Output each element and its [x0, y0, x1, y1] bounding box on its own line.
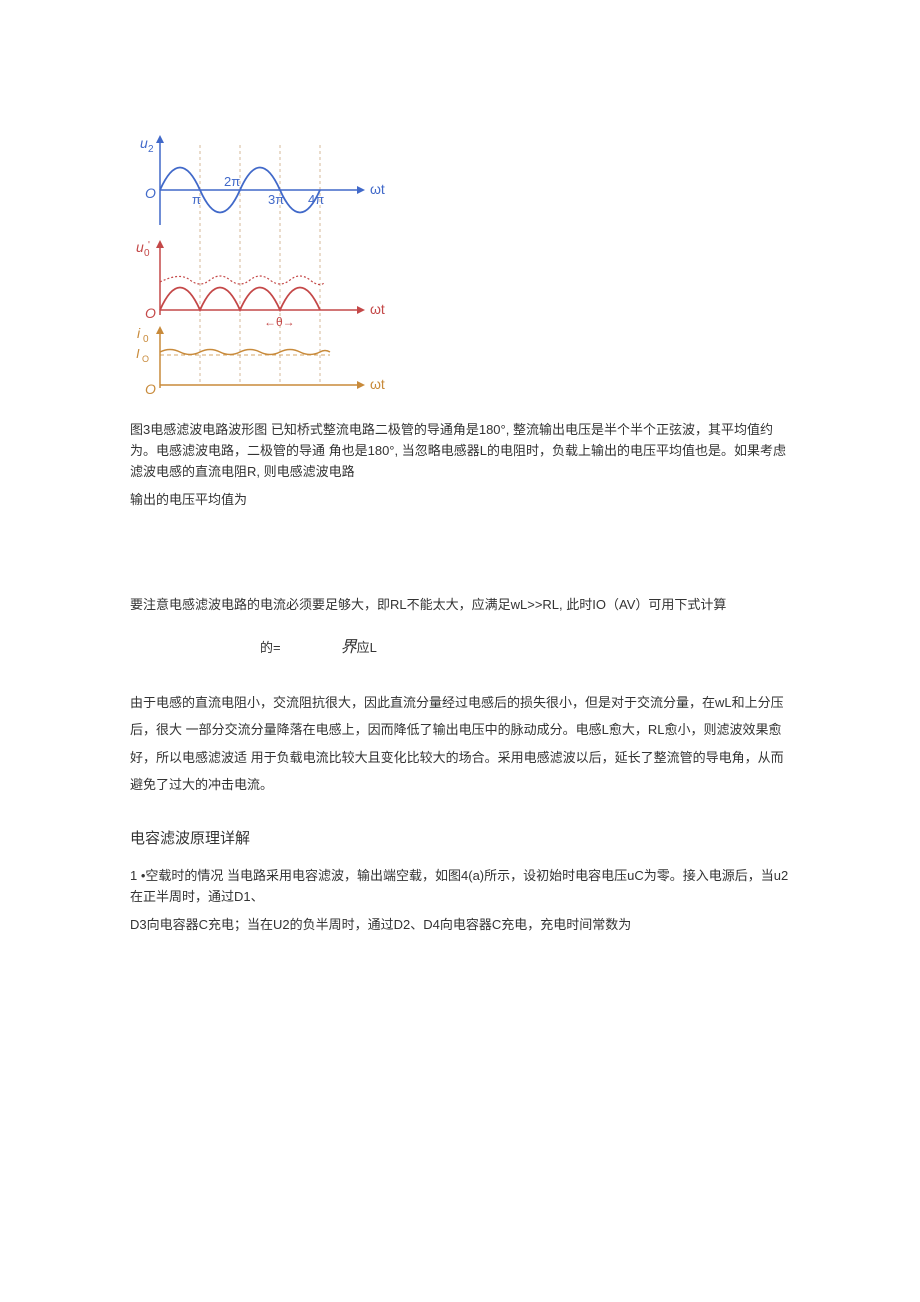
svg-text:0: 0: [143, 334, 149, 345]
svg-text:ωt: ωt: [370, 376, 385, 392]
paragraph-fig-caption: 图3电感滤波电路波形图 已知桥式整流电路二极管的导通角是180°, 整流输出电压…: [130, 420, 790, 482]
svg-text:4π: 4π: [308, 192, 324, 207]
svg-text:ωt: ωt: [370, 181, 385, 197]
paragraph-cap-2: D3向电容器C充电；当在U2的负半周时，通过D2、D4向电容器C充电，充电时间常…: [130, 915, 790, 936]
svg-text:2π: 2π: [224, 174, 240, 189]
svg-text:O: O: [142, 354, 149, 364]
paragraph-cap-1: 1 •空载时的情况 当电路采用电容滤波，输出端空载，如图4(a)所示，设初始时电…: [130, 866, 790, 908]
waveform-svg: u 2 O π 2π 3π 4π ωt u 0 ' O ωt ←θ→: [130, 130, 400, 400]
svg-text:ωt: ωt: [370, 301, 385, 317]
svg-text:': ': [148, 240, 150, 251]
equation-row: 的= 界应L: [130, 634, 790, 661]
svg-text:π: π: [192, 192, 201, 207]
equation-normal-char: 应L: [357, 640, 377, 655]
svg-text:I: I: [136, 346, 140, 361]
svg-text:←θ→: ←θ→: [264, 315, 295, 329]
equation-script-char: 界: [341, 639, 357, 656]
section-heading-capacitor: 电容滤波原理详解: [130, 826, 790, 852]
paragraph-note: 要注意电感滤波电路的电流必须要足够大，即RL不能太大，应满足wL>>RL, 此时…: [130, 595, 790, 616]
svg-text:i: i: [137, 325, 141, 341]
equation-right: 界应L: [341, 634, 377, 661]
svg-text:O: O: [145, 305, 156, 321]
svg-text:O: O: [145, 185, 156, 201]
paragraph-explanation: 由于电感的直流电阻小，交流阻抗很大，因此直流分量经过电感后的损失很小，但是对于交…: [130, 689, 790, 798]
svg-text:u: u: [136, 239, 144, 255]
equation-left: 的=: [260, 637, 281, 659]
waveform-figure: u 2 O π 2π 3π 4π ωt u 0 ' O ωt ←θ→: [130, 130, 790, 400]
paragraph-output-avg: 输出的电压平均值为: [130, 490, 790, 511]
svg-text:2: 2: [148, 144, 154, 155]
svg-text:O: O: [145, 381, 156, 397]
svg-text:3π: 3π: [268, 192, 284, 207]
svg-text:u: u: [140, 135, 148, 151]
vertical-gap: [130, 535, 790, 595]
